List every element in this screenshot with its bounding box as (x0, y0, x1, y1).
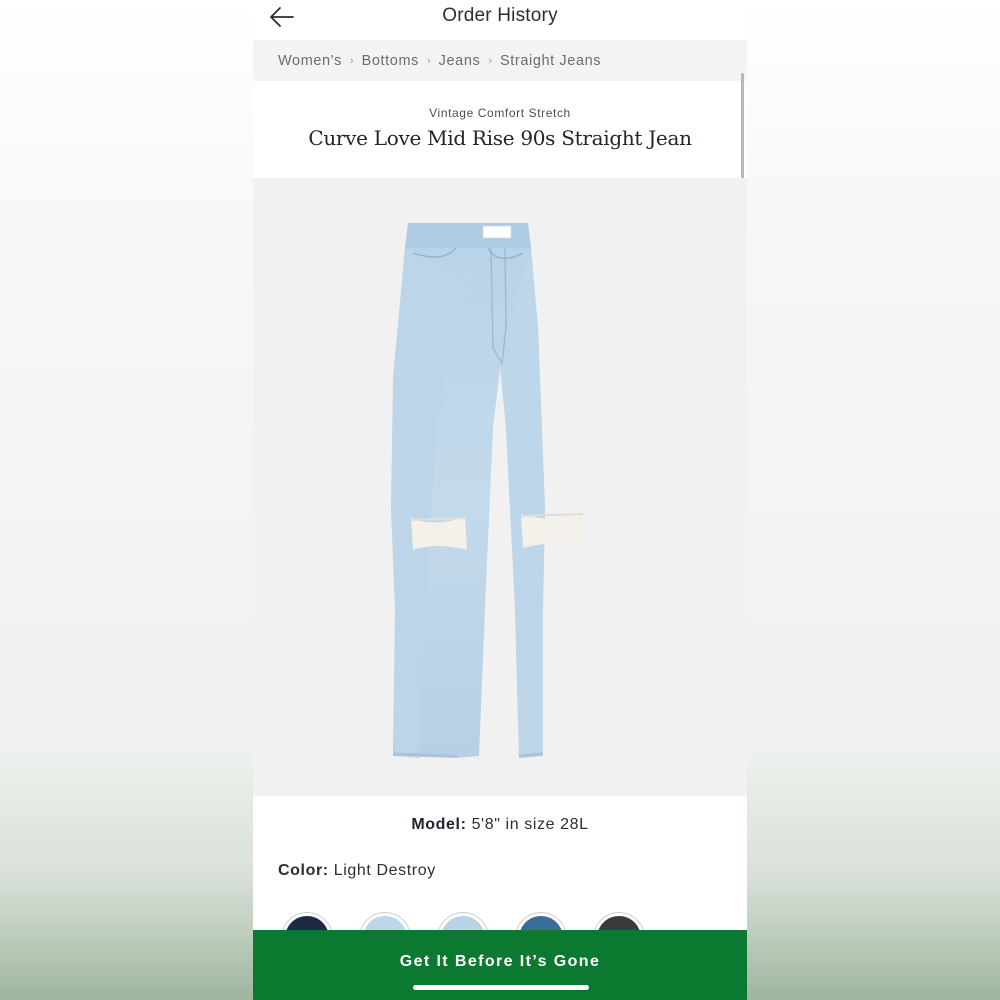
product-image[interactable] (253, 178, 747, 796)
chevron-right-icon: › (488, 54, 493, 67)
jeans-image (391, 223, 585, 758)
breadcrumb-jeans[interactable]: Jeans (439, 53, 481, 69)
model-info: Model: 5'8" in size 28L (253, 816, 747, 834)
product-collection: Vintage Comfort Stretch (429, 106, 571, 120)
model-value: 5'8" in size 28L (471, 816, 589, 833)
breadcrumb-womens[interactable]: Women's (278, 53, 342, 69)
get-it-button-label: Get It Before It’s Gone (399, 953, 601, 970)
color-info: Color: Light Destroy (253, 862, 747, 880)
top-bar: Order History (253, 0, 747, 40)
blurred-backdrop-left (0, 0, 253, 1000)
product-title: Curve Love Mid Rise 90s Straight Jean (308, 126, 692, 150)
app-screen: Order History Women's › Bottoms › Jeans … (253, 0, 747, 1000)
get-it-button[interactable]: Get It Before It’s Gone (253, 930, 747, 1000)
page-title: Order History (442, 5, 558, 26)
blurred-backdrop-right (747, 0, 1000, 1000)
color-value: Light Destroy (333, 862, 436, 879)
color-label: Color: (278, 862, 329, 879)
chevron-right-icon: › (349, 54, 354, 67)
chevron-right-icon: › (426, 54, 431, 67)
model-label: Model: (411, 816, 467, 833)
breadcrumb-bottoms[interactable]: Bottoms (362, 53, 419, 69)
breadcrumb-straight-jeans[interactable]: Straight Jeans (500, 53, 601, 69)
home-indicator (413, 985, 589, 990)
product-header: Vintage Comfort Stretch Curve Love Mid R… (253, 81, 747, 178)
breadcrumb: Women's › Bottoms › Jeans › Straight Jea… (253, 40, 747, 81)
